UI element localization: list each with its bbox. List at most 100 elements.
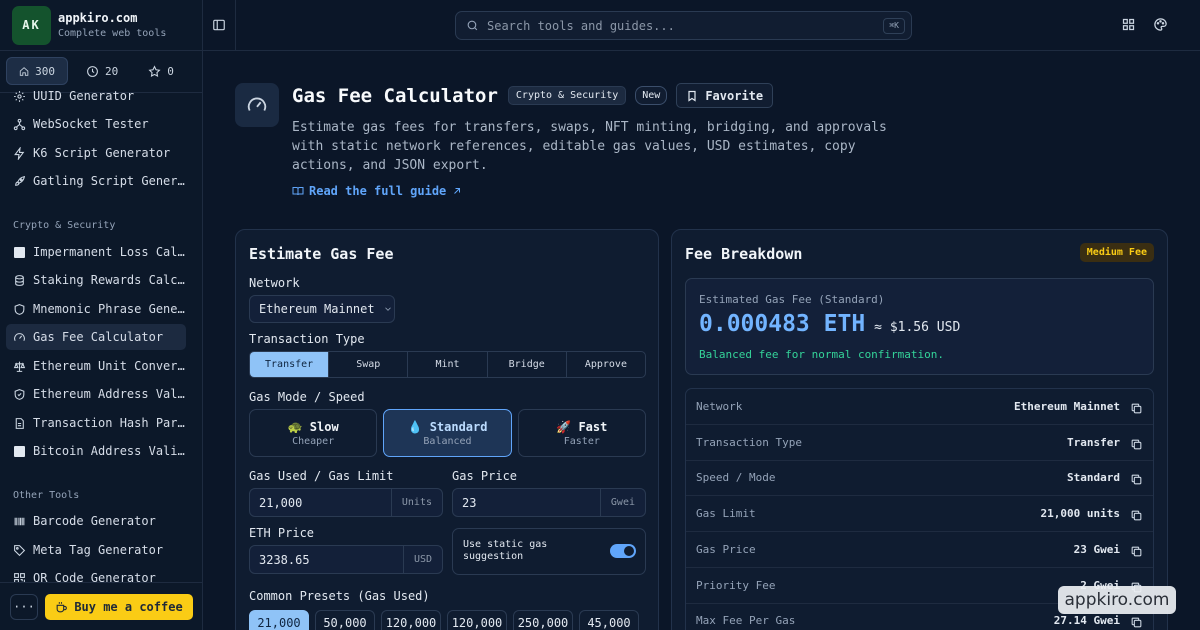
static-gas-toggle-box: Use static gas suggestion: [452, 528, 646, 575]
more-button[interactable]: ···: [10, 594, 38, 620]
preset-button[interactable]: 120,000: [381, 610, 441, 630]
brand-name: appkiro.com: [58, 11, 138, 25]
tab-bridge[interactable]: Bridge: [488, 352, 567, 377]
tab-approve[interactable]: Approve: [567, 352, 645, 377]
brand[interactable]: AK appkiro.com Complete web tools: [12, 5, 166, 45]
eth-price-label: ETH Price: [249, 526, 315, 540]
brand-avatar: AK: [12, 5, 51, 45]
preset-button[interactable]: 120,000: [447, 610, 507, 630]
grid-icon[interactable]: [1121, 17, 1136, 32]
stat-value: 300: [35, 64, 55, 78]
sidebar-item-label: WebSocket Tester: [33, 117, 149, 131]
row-value: 23 Gwei: [1073, 542, 1120, 556]
row-value: Transfer: [1067, 435, 1120, 449]
preset-button[interactable]: 21,000: [249, 610, 309, 630]
tag-icon: [13, 544, 26, 557]
buy-coffee-button[interactable]: Buy me a coffee: [45, 594, 193, 620]
copy-icon[interactable]: [1130, 543, 1143, 557]
network-select[interactable]: Ethereum Mainnet: [249, 295, 395, 323]
gas-used-input[interactable]: [250, 489, 391, 516]
read-guide-link[interactable]: Read the full guide: [292, 184, 463, 198]
tab-transfer[interactable]: Transfer: [250, 352, 330, 377]
table-row: Speed / Mode Standard: [686, 460, 1153, 497]
tab-swap[interactable]: Swap: [329, 352, 409, 377]
search-bar[interactable]: ⌘K: [455, 11, 912, 40]
sidebar: AK appkiro.com Complete web tools 300 20…: [0, 0, 203, 630]
sidebar-item-label: K6 Script Generator: [33, 146, 171, 160]
copy-icon[interactable]: [1130, 614, 1143, 628]
gas-mode-options: 🐢 Slow Cheaper 💧 Standard Balanced 🚀 Fas…: [249, 409, 646, 457]
preset-button[interactable]: 50,000: [315, 610, 375, 630]
sidebar-item-label: Transaction Hash Parser: [33, 416, 186, 430]
sidebar-item-impermanent-loss-calculator[interactable]: Impermanent Loss Calculator: [6, 239, 186, 265]
favorite-button[interactable]: Favorite: [676, 83, 774, 108]
presets-label: Common Presets (Gas Used): [249, 589, 430, 603]
rocket-icon: 🚀: [556, 419, 572, 434]
sidebar-item-k6-script-generator[interactable]: K6 Script Generator: [6, 140, 186, 166]
stat-favorites[interactable]: 0: [136, 57, 186, 85]
copy-icon[interactable]: [1130, 436, 1143, 450]
buy-coffee-label: Buy me a coffee: [74, 600, 183, 614]
estimated-fee-note: Balanced fee for normal confirmation.: [699, 348, 945, 361]
category-badge[interactable]: Crypto & Security: [507, 86, 627, 105]
speed-standard-button[interactable]: 💧 Standard Balanced: [383, 409, 512, 457]
sidebar-item-staking-rewards-calculator[interactable]: Staking Rewards Calculator: [6, 267, 186, 293]
sidebar-item-bitcoin-address-validator[interactable]: Bitcoin Address Validator: [6, 438, 186, 464]
preset-button[interactable]: 250,000: [513, 610, 573, 630]
tool-gauge-icon: [235, 83, 279, 127]
stat-value: 0: [167, 64, 174, 78]
search-shortcut: ⌘K: [883, 17, 905, 34]
estimated-fee-eth: 0.000483 ETH: [699, 311, 866, 337]
tab-mint[interactable]: Mint: [408, 352, 488, 377]
sidebar-item-label: Ethereum Address Validator: [33, 387, 186, 401]
estimate-card-title: Estimate Gas Fee: [249, 245, 394, 263]
table-row: Gas Price 23 Gwei: [686, 532, 1153, 568]
gas-mode-label: Gas Mode / Speed: [249, 390, 365, 404]
sidebar-item-websocket-tester[interactable]: WebSocket Tester: [6, 111, 186, 137]
droplet-icon: 💧: [407, 419, 423, 434]
sidebar-item-meta-tag-generator[interactable]: Meta Tag Generator: [6, 537, 186, 563]
sidebar-item-label: Gas Fee Calculator: [33, 330, 164, 344]
chevron-down-icon: [384, 307, 391, 311]
gas-used-label: Gas Used / Gas Limit: [249, 469, 394, 483]
network-icon: [13, 118, 26, 131]
favorite-label: Favorite: [705, 88, 764, 103]
sidebar-item-gas-fee-calculator[interactable]: Gas Fee Calculator: [6, 324, 186, 350]
sidebar-item-ethereum-address-validator[interactable]: Ethereum Address Validator: [6, 381, 186, 407]
row-value: Standard: [1067, 471, 1120, 485]
sidebar-item-mnemonic-phrase-generator[interactable]: Mnemonic Phrase Generator: [6, 296, 186, 322]
sidebar-item-barcode-generator[interactable]: Barcode Generator: [6, 508, 186, 534]
toggle-sidebar-button[interactable]: [203, 0, 236, 50]
stat-all-tools[interactable]: 300: [6, 57, 68, 85]
book-icon: [292, 187, 304, 196]
table-row: Network Ethereum Mainnet: [686, 389, 1153, 425]
turtle-icon: 🐢: [287, 419, 303, 434]
sidebar-item-label: Gatling Script Generator: [33, 174, 186, 188]
speed-fast-button[interactable]: 🚀 Fast Faster: [517, 409, 646, 457]
gas-price-input[interactable]: [453, 489, 600, 516]
sidebar-item-transaction-hash-parser[interactable]: Transaction Hash Parser: [6, 410, 186, 436]
palette-icon[interactable]: [1153, 17, 1168, 32]
eth-price-input[interactable]: [250, 546, 403, 573]
row-value: Ethereum Mainnet: [1014, 400, 1120, 413]
speed-slow-button[interactable]: 🐢 Slow Cheaper: [249, 409, 378, 457]
stat-recent[interactable]: 20: [74, 57, 130, 85]
search-input[interactable]: [487, 18, 876, 33]
preset-button[interactable]: 45,000: [579, 610, 639, 630]
sidebar-item-label: Ethereum Unit Converter: [33, 359, 186, 373]
breakdown-title: Fee Breakdown: [685, 245, 803, 263]
speed-sub: Cheaper: [292, 435, 335, 447]
copy-icon[interactable]: [1130, 400, 1143, 414]
barcode-icon: [13, 515, 26, 528]
estimated-fee-usd: ≈ $1.56 USD: [874, 320, 961, 335]
sidebar-item-uuid-generator[interactable]: UUID Generator: [6, 83, 186, 109]
copy-icon[interactable]: [1130, 507, 1143, 521]
sidebar-item-label: UUID Generator: [33, 89, 135, 103]
static-gas-switch[interactable]: [610, 544, 636, 558]
sidebar-item-ethereum-unit-converter[interactable]: Ethereum Unit Converter: [6, 353, 186, 379]
top-bar: ⌘K: [203, 0, 1200, 51]
sidebar-item-gatling-script-generator[interactable]: Gatling Script Generator: [6, 168, 186, 194]
copy-icon[interactable]: [1130, 471, 1143, 485]
row-key: Priority Fee: [696, 578, 776, 592]
speed-name: 🚀 Fast: [556, 419, 608, 434]
